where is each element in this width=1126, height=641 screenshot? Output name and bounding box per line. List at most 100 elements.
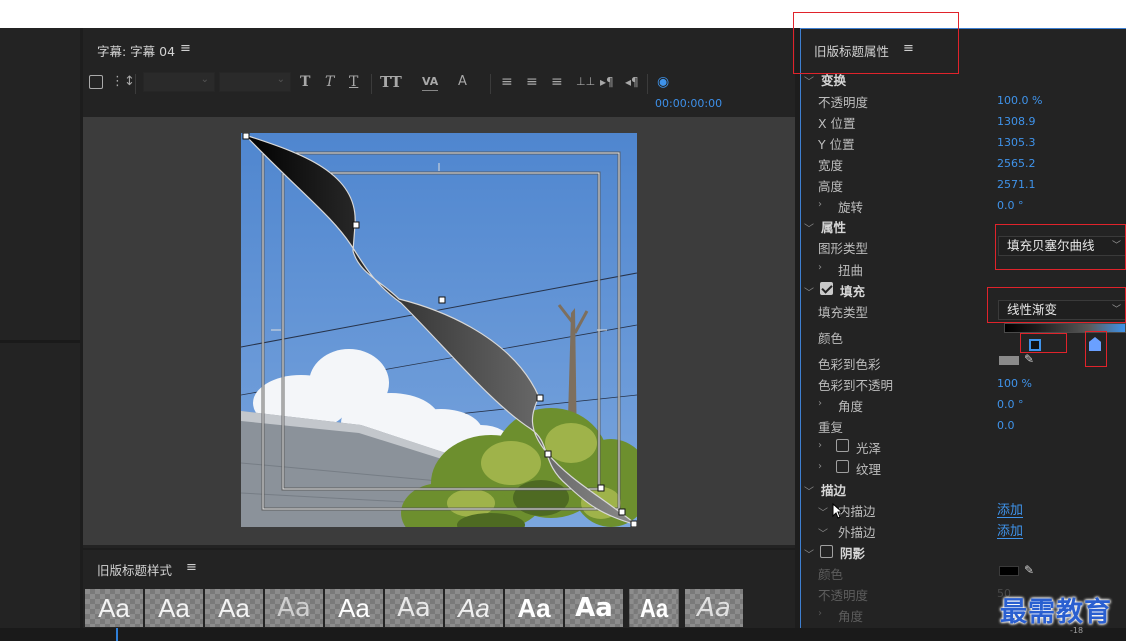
chevron-right-icon[interactable]: › bbox=[818, 608, 822, 619]
rotation-value[interactable]: 0.0 ° bbox=[997, 199, 1024, 212]
chevron-down-icon[interactable]: ﹀ bbox=[804, 220, 814, 235]
style-swatch[interactable]: Aa bbox=[445, 589, 503, 627]
shadow-opacity-label: 不透明度 bbox=[818, 588, 869, 603]
cursor-drawing bbox=[832, 502, 844, 519]
angle-value[interactable]: 0.0 ° bbox=[997, 398, 1024, 411]
style-swatch[interactable]: Aa bbox=[205, 589, 263, 627]
toolbar-separator bbox=[647, 74, 648, 94]
tab-stop-icon[interactable]: ⊥⊥ bbox=[576, 74, 595, 90]
texture-label: 纹理 bbox=[856, 462, 882, 477]
leading-icon[interactable]: A bbox=[458, 74, 467, 90]
watermark-text: 最需教育 bbox=[1000, 597, 1112, 628]
eyedropper-icon[interactable]: ✎ bbox=[1024, 563, 1034, 577]
background-video-frame bbox=[241, 133, 637, 527]
font-family-dropdown[interactable]: ⌄ bbox=[143, 72, 215, 92]
opacity-value[interactable]: 100.0 % bbox=[997, 94, 1042, 107]
chevron-down-icon[interactable]: ﹀ bbox=[804, 284, 814, 299]
toolbar-separator bbox=[490, 74, 491, 94]
y-position-label: Y 位置 bbox=[818, 137, 855, 152]
title-panel-title[interactable]: 字幕: 字幕 04 bbox=[97, 41, 175, 60]
chevron-right-icon[interactable]: › bbox=[818, 461, 822, 472]
playhead[interactable] bbox=[116, 628, 118, 641]
chevron-right-icon[interactable]: › bbox=[818, 262, 822, 273]
style-swatch[interactable]: Aa bbox=[629, 589, 679, 627]
style-swatch[interactable]: Aa bbox=[265, 589, 323, 627]
style-swatch[interactable]: Aa bbox=[385, 589, 443, 627]
outer-stroke-label: 外描边 bbox=[838, 525, 876, 540]
sheen-checkbox[interactable] bbox=[836, 439, 849, 452]
rtl-icon[interactable]: ◂¶ bbox=[625, 74, 639, 90]
stroke-section-label[interactable]: 描边 bbox=[821, 480, 846, 499]
title-tools-icon[interactable] bbox=[89, 75, 103, 89]
chevron-down-icon[interactable]: ﹀ bbox=[804, 546, 814, 561]
inner-stroke-add-link[interactable]: 添加 bbox=[997, 499, 1023, 518]
left-panel-column bbox=[0, 28, 80, 628]
sheen-label: 光泽 bbox=[856, 441, 882, 456]
outer-stroke-add-link[interactable]: 添加 bbox=[997, 520, 1023, 539]
bold-icon[interactable]: T bbox=[300, 74, 310, 90]
shadow-angle-label: 角度 bbox=[838, 609, 864, 624]
highlight-box-graphic-type bbox=[995, 224, 1126, 270]
chevron-right-icon[interactable]: › bbox=[818, 440, 822, 451]
style-swatch[interactable]: Aa bbox=[325, 589, 383, 627]
kerning-icon[interactable]: VA bbox=[422, 74, 439, 91]
ltr-icon[interactable]: ▸¶ bbox=[600, 74, 614, 90]
chevron-down-icon: ⌄ bbox=[200, 74, 209, 85]
hamburger-icon[interactable]: ≡ bbox=[186, 560, 197, 575]
align-right-icon[interactable]: ≡ bbox=[551, 74, 563, 90]
gradient-ramp[interactable] bbox=[1004, 323, 1126, 333]
y-position-value[interactable]: 1305.3 bbox=[997, 136, 1036, 149]
x-position-value[interactable]: 1308.9 bbox=[997, 115, 1036, 128]
shadow-section-label[interactable]: 阴影 bbox=[840, 543, 865, 562]
eyedropper-icon[interactable]: ✎ bbox=[1024, 352, 1034, 366]
color-to-color-swatch[interactable] bbox=[999, 356, 1019, 365]
color-to-opacity-value[interactable]: 100 % bbox=[997, 377, 1032, 390]
color-to-color-label: 色彩到色彩 bbox=[818, 357, 881, 372]
texture-checkbox[interactable] bbox=[836, 460, 849, 473]
angle-label: 角度 bbox=[838, 399, 864, 414]
align-center-icon[interactable]: ≡ bbox=[526, 74, 538, 90]
style-swatch[interactable]: Aa bbox=[685, 589, 743, 627]
chevron-right-icon[interactable]: › bbox=[818, 398, 822, 409]
styles-panel-title[interactable]: 旧版标题样式 bbox=[97, 560, 172, 579]
fill-checkbox[interactable] bbox=[820, 282, 833, 295]
chevron-down-icon[interactable]: ﹀ bbox=[818, 525, 828, 540]
width-label: 宽度 bbox=[818, 158, 844, 173]
shadow-color-label: 颜色 bbox=[818, 567, 844, 582]
attributes-section-label[interactable]: 属性 bbox=[821, 217, 846, 236]
repeat-label: 重复 bbox=[818, 420, 844, 435]
toolbar-separator bbox=[135, 74, 136, 94]
chevron-right-icon[interactable]: › bbox=[818, 199, 822, 210]
height-value[interactable]: 2571.1 bbox=[997, 178, 1036, 191]
style-swatch[interactable]: Aa bbox=[145, 589, 203, 627]
show-background-video-icon[interactable]: ◉ bbox=[657, 74, 669, 90]
panel-divider[interactable] bbox=[0, 340, 80, 343]
style-swatch[interactable]: Aa bbox=[85, 589, 143, 627]
highlight-box-gradient-end bbox=[1085, 331, 1107, 367]
shadow-checkbox[interactable] bbox=[820, 545, 833, 558]
width-value[interactable]: 2565.2 bbox=[997, 157, 1036, 170]
color-label: 颜色 bbox=[818, 331, 844, 346]
x-position-label: X 位置 bbox=[818, 116, 856, 131]
style-swatch[interactable]: Aa bbox=[505, 589, 563, 627]
tab-stops-icon[interactable]: ⋮↕ bbox=[111, 74, 135, 90]
highlight-box-panel-title bbox=[793, 12, 959, 74]
chevron-down-icon: ⌄ bbox=[276, 74, 285, 85]
timeline-strip bbox=[0, 628, 1126, 641]
chevron-down-icon[interactable]: ﹀ bbox=[804, 483, 814, 498]
timecode-display[interactable]: 00:00:00:00 bbox=[655, 97, 722, 110]
chevron-down-icon[interactable]: ﹀ bbox=[804, 73, 814, 88]
align-left-icon[interactable]: ≡ bbox=[501, 74, 513, 90]
hamburger-icon[interactable]: ≡ bbox=[180, 41, 191, 56]
rotation-label: 旋转 bbox=[838, 200, 864, 215]
chevron-down-icon[interactable]: ﹀ bbox=[818, 504, 828, 519]
font-style-dropdown[interactable]: ⌄ bbox=[219, 72, 291, 92]
repeat-value[interactable]: 0.0 bbox=[997, 419, 1015, 432]
font-size-icon[interactable]: TT bbox=[380, 74, 402, 90]
fill-section-label[interactable]: 填充 bbox=[840, 281, 865, 300]
underline-icon[interactable]: T bbox=[349, 74, 358, 90]
italic-icon[interactable]: T bbox=[325, 74, 334, 90]
style-swatch[interactable]: Aa bbox=[565, 589, 623, 627]
transform-section-label[interactable]: 变换 bbox=[821, 70, 846, 89]
shadow-color-swatch[interactable] bbox=[999, 566, 1019, 576]
